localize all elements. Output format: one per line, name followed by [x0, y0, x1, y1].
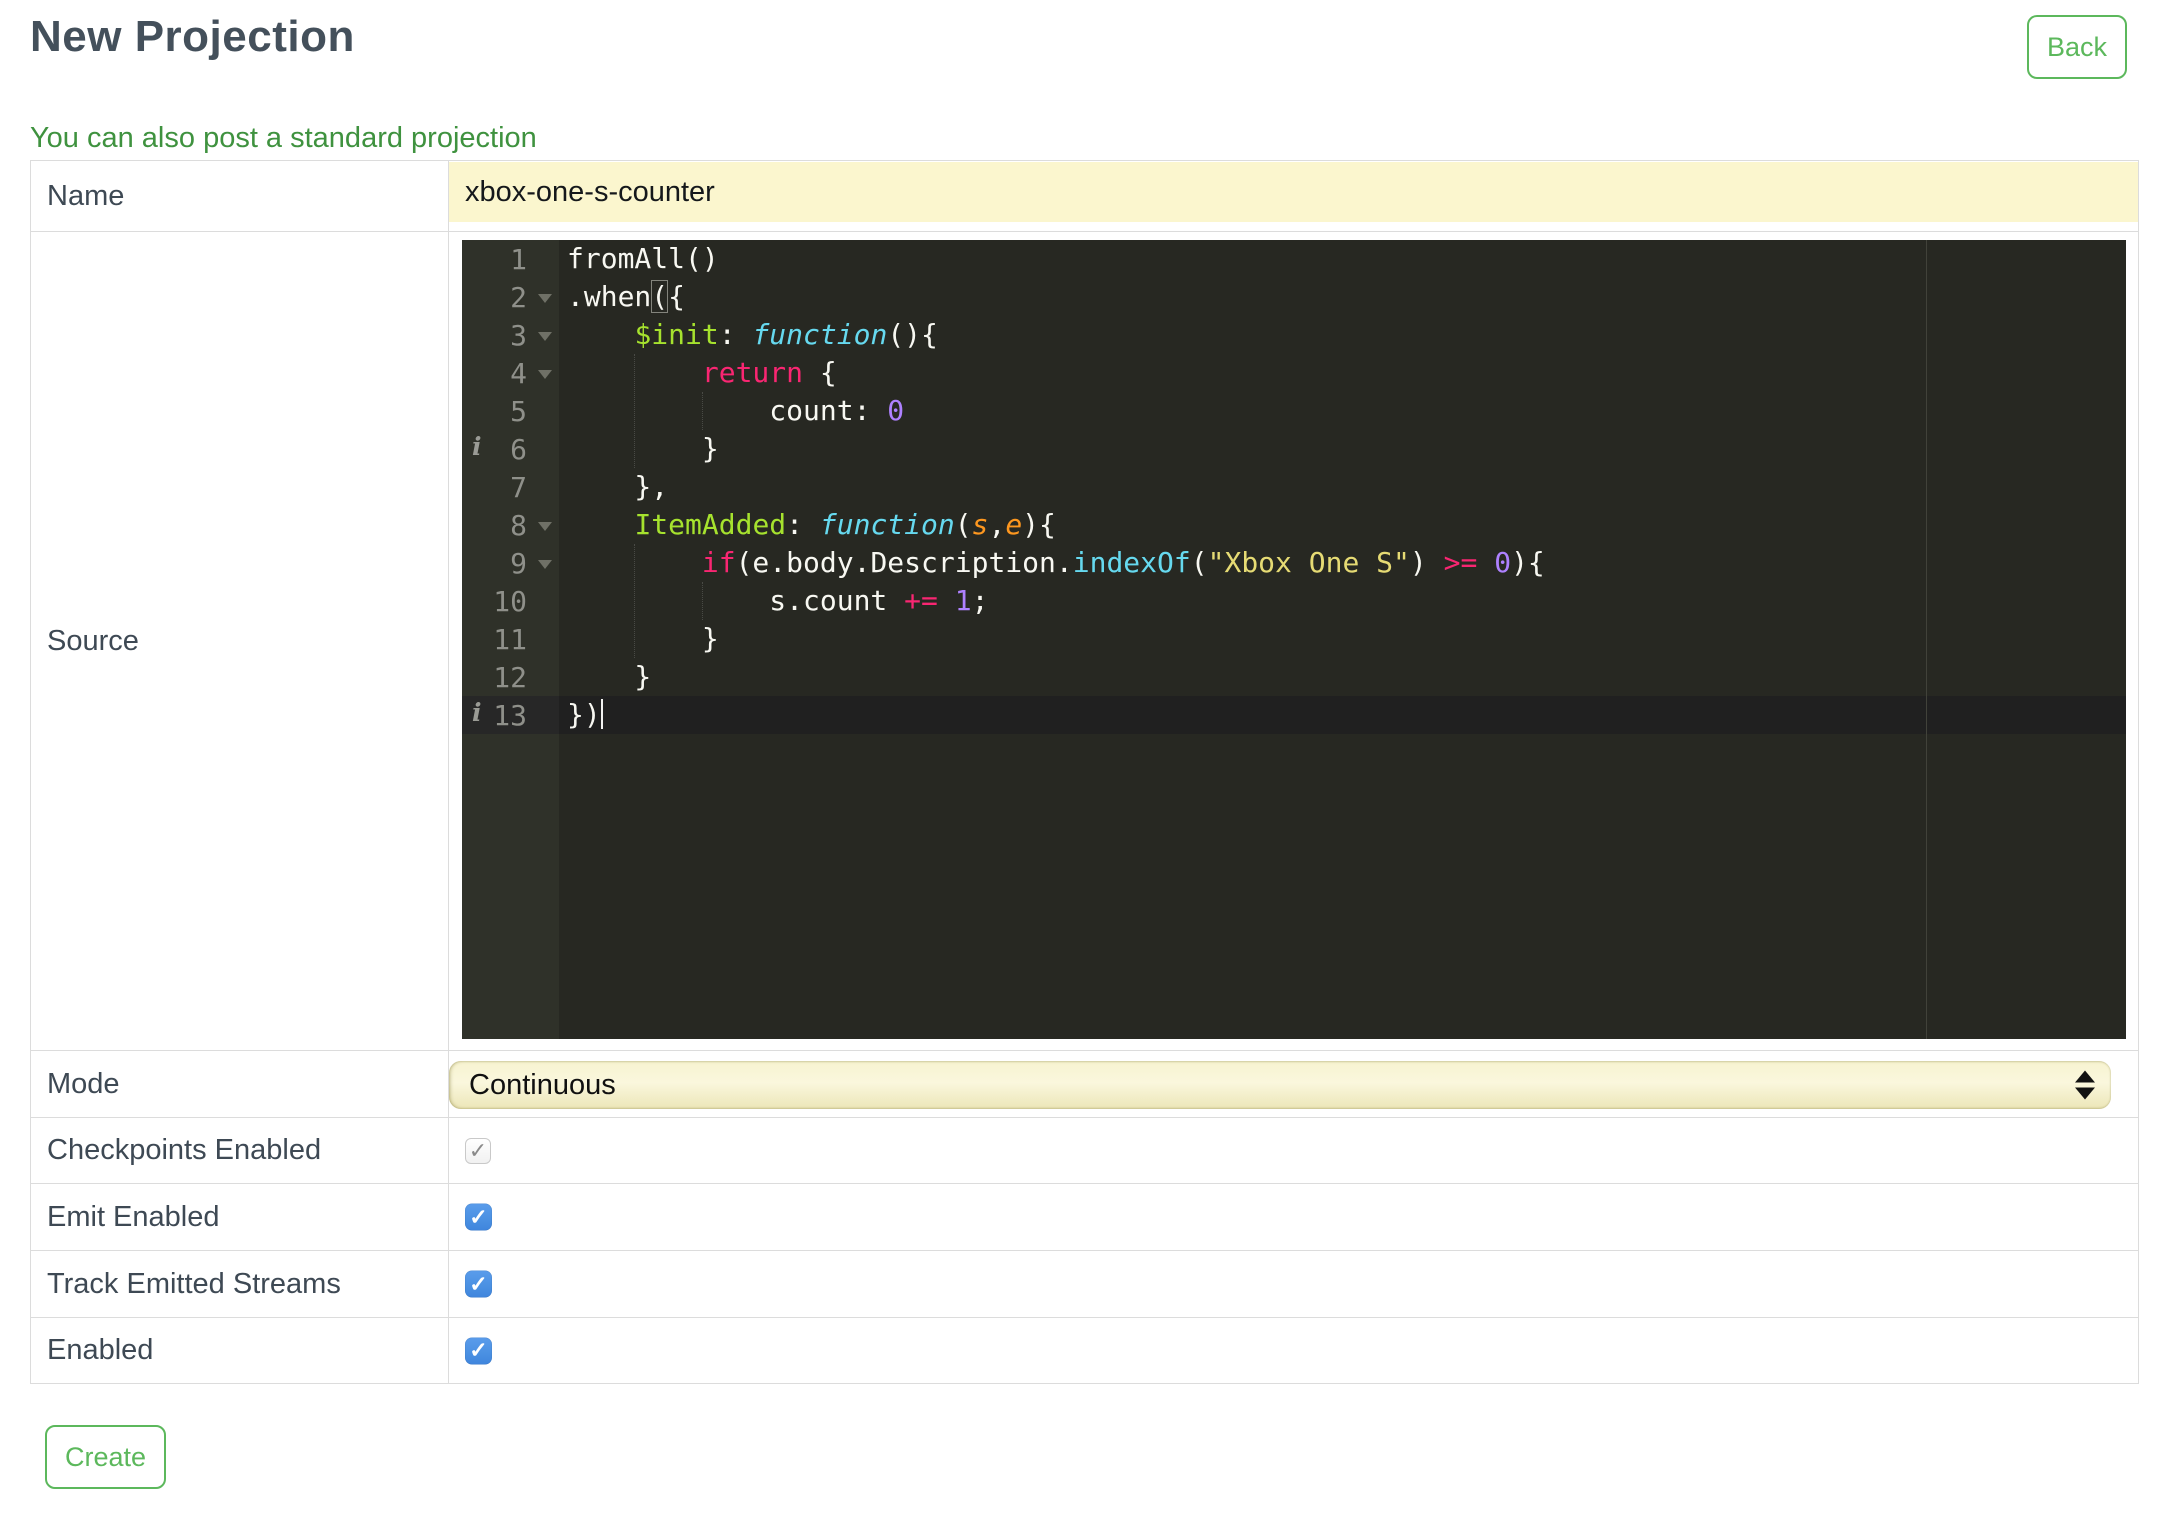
fold-arrow-icon[interactable] — [538, 522, 552, 531]
checkpoints-enabled-checkbox: ✓ — [465, 1137, 491, 1164]
indent-guide — [634, 354, 635, 468]
indent-guide — [702, 392, 703, 430]
gutter-line-number: 10 — [493, 584, 527, 618]
gutter-line-number: 5 — [510, 394, 527, 428]
track-emitted-streams-checkbox[interactable]: ✓ — [465, 1270, 492, 1298]
code-line: s.count += 1; — [567, 584, 989, 617]
name-input[interactable]: xbox-one-s-counter — [449, 162, 2138, 222]
gutter-line-number: i 13 — [462, 696, 559, 734]
checkpoints-label: Checkpoints Enabled — [31, 1118, 449, 1183]
track-row: Track Emitted Streams ✓ — [31, 1251, 2138, 1318]
fold-arrow-icon[interactable] — [538, 332, 552, 341]
gutter-line-number: 4 — [462, 354, 559, 392]
page-title: New Projection — [30, 12, 355, 61]
gutter-line-number: 2 — [462, 278, 559, 316]
code-line: $init: function(){ — [634, 318, 938, 351]
name-row: Name xbox-one-s-counter — [31, 161, 2138, 232]
checkmark-icon: ✓ — [468, 1137, 488, 1163]
indent-guide — [702, 582, 703, 620]
info-annotation-icon: i — [472, 698, 482, 727]
info-annotation-icon: i — [472, 432, 482, 461]
gutter-line-number: 12 — [493, 660, 527, 694]
checkmark-icon: ✓ — [469, 1204, 488, 1229]
code-line: } — [567, 660, 652, 693]
gutter-line-number: 11 — [493, 622, 527, 656]
emit-label: Emit Enabled — [31, 1184, 449, 1250]
gutter-line-number: i6 — [472, 432, 527, 466]
indent-guide — [634, 544, 635, 658]
code-line: if(e.body.Description.indexOf("Xbox One … — [701, 546, 1545, 579]
gutter-line-number: 8 — [462, 506, 559, 544]
track-label: Track Emitted Streams — [31, 1251, 449, 1317]
fold-arrow-icon[interactable] — [538, 370, 552, 379]
text-cursor — [600, 699, 603, 729]
emit-enabled-checkbox[interactable]: ✓ — [465, 1203, 492, 1231]
name-label: Name — [31, 161, 449, 231]
editor-content: fromAll() .when({ $init: function(){ retu… — [559, 240, 2126, 734]
fold-arrow-icon[interactable] — [538, 294, 552, 303]
code-line: }) — [559, 696, 2126, 734]
code-line: .when({ — [567, 280, 686, 313]
create-button[interactable]: Create — [45, 1425, 167, 1489]
mode-label: Mode — [31, 1051, 449, 1117]
fold-arrow-icon[interactable] — [538, 560, 552, 569]
code-line: ItemAdded: function(s,e){ — [634, 508, 1056, 541]
select-stepper-icon — [2075, 1070, 2095, 1100]
back-button[interactable]: Back — [2026, 15, 2127, 79]
editor-gutter: 1 2 3 4 5 i 6 7 8 9 10 11 12 i 13 — [462, 240, 559, 1039]
code-line: }, — [567, 470, 669, 503]
enabled-checkbox[interactable]: ✓ — [465, 1337, 492, 1364]
gutter-line-number: 1 — [510, 242, 527, 276]
arrow-down-icon — [2075, 1087, 2095, 1100]
gutter-line-number: 7 — [510, 470, 527, 504]
arrow-up-icon — [2075, 1070, 2095, 1083]
projection-form: Name xbox-one-s-counter Source 12345i678… — [30, 160, 2139, 1384]
print-margin-line — [1926, 240, 1927, 1039]
code-line: return { — [701, 356, 837, 389]
code-line: fromAll() — [567, 242, 719, 275]
gutter-line-number: 9 — [462, 544, 559, 582]
source-row: Source 1 2 3 4 5 i 6 7 8 9 10 11 12 i 13 fromAll() .whe… — [31, 232, 2138, 1051]
emit-row: Emit Enabled ✓ — [31, 1184, 2138, 1251]
standard-projection-link[interactable]: You can also post a standard projection — [30, 122, 537, 155]
enabled-row: Enabled ✓ — [31, 1318, 2138, 1384]
checkmark-icon: ✓ — [469, 1271, 488, 1296]
mode-row: Mode Continuous — [31, 1051, 2138, 1118]
source-label: Source — [31, 232, 449, 1051]
mode-selected-value: Continuous — [469, 1068, 616, 1101]
code-line: count: 0 — [567, 394, 905, 427]
checkpoints-row: Checkpoints Enabled ✓ — [31, 1118, 2138, 1184]
code-line: } — [567, 432, 719, 465]
checkmark-icon: ✓ — [469, 1337, 488, 1363]
code-line: } — [567, 622, 719, 655]
source-code-editor[interactable]: 1 2 3 4 5 i 6 7 8 9 10 11 12 i 13 fromAll() .when({ $in… — [462, 240, 2126, 1039]
mode-select[interactable]: Continuous — [449, 1061, 2111, 1109]
enabled-label: Enabled — [31, 1318, 449, 1383]
gutter-line-number: 3 — [462, 316, 559, 354]
